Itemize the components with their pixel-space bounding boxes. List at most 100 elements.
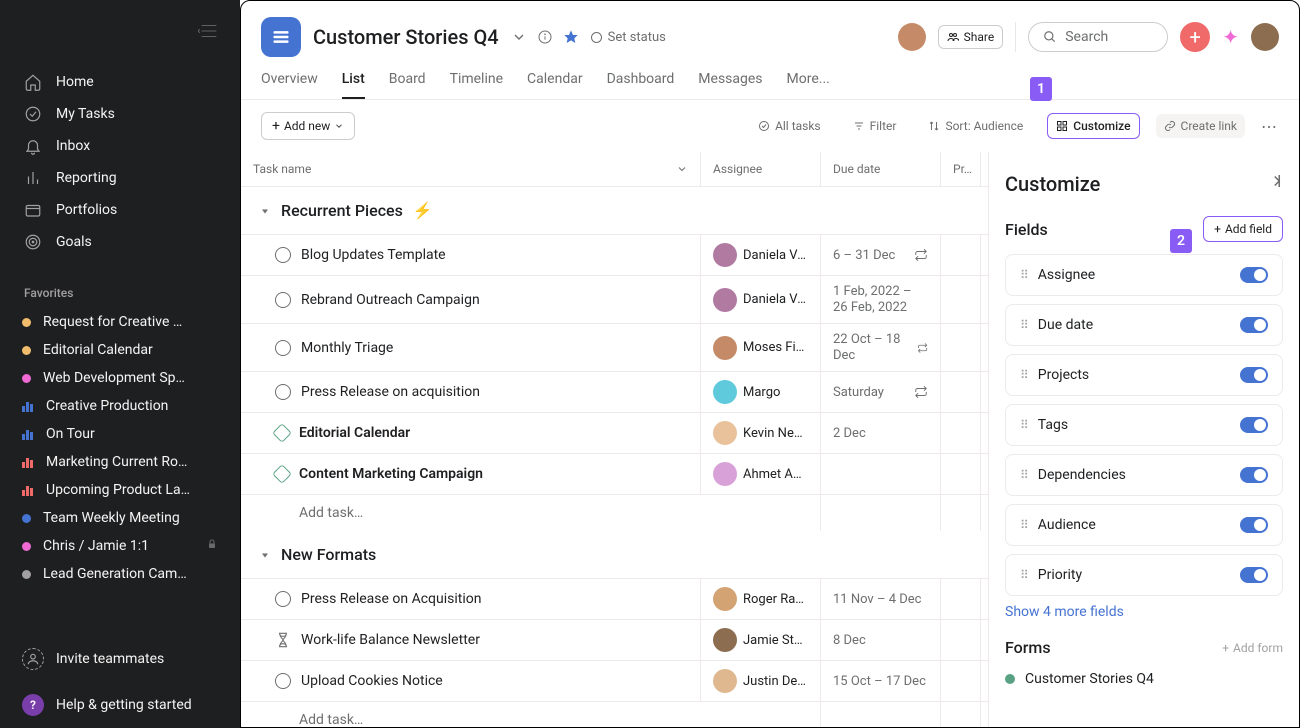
drag-handle-icon[interactable]: ⠿ bbox=[1020, 318, 1028, 332]
favorite-item[interactable]: On Tour bbox=[0, 420, 240, 448]
task-row[interactable]: Upload Cookies NoticeJustin Dean15 Oct –… bbox=[241, 660, 988, 701]
task-row[interactable]: Rebrand Outreach CampaignDaniela Var…1 F… bbox=[241, 275, 988, 323]
nav-reporting[interactable]: Reporting bbox=[0, 162, 240, 194]
field-row-tags[interactable]: ⠿Tags bbox=[1005, 404, 1283, 446]
column-header[interactable]: Due date bbox=[821, 152, 941, 186]
add-form-button[interactable]: +Add form bbox=[1222, 641, 1283, 655]
favorite-item[interactable]: Creative Production bbox=[0, 392, 240, 420]
column-header[interactable]: Task name bbox=[241, 152, 701, 186]
column-header[interactable]: Pr… bbox=[941, 152, 981, 186]
field-row-audience[interactable]: ⠿Audience bbox=[1005, 504, 1283, 546]
user-avatar[interactable] bbox=[1251, 23, 1279, 51]
task-table: Task nameAssigneeDue datePr… Recurrent P… bbox=[241, 152, 989, 727]
milestone-diamond-icon[interactable] bbox=[272, 464, 292, 484]
field-row-projects[interactable]: ⠿Projects bbox=[1005, 354, 1283, 396]
field-toggle[interactable] bbox=[1240, 517, 1268, 533]
favorite-item[interactable]: Upcoming Product La… bbox=[0, 476, 240, 504]
sidebar-collapse-button[interactable] bbox=[0, 0, 240, 62]
close-panel-button[interactable] bbox=[1265, 172, 1283, 194]
favorite-item[interactable]: Team Weekly Meeting bbox=[0, 504, 240, 532]
create-link-button[interactable]: Create link bbox=[1156, 114, 1245, 138]
filter-button[interactable]: Filter bbox=[845, 114, 905, 138]
field-row-priority[interactable]: ⠿Priority bbox=[1005, 554, 1283, 596]
tab-more[interactable]: More... bbox=[787, 71, 830, 99]
drag-handle-icon[interactable]: ⠿ bbox=[1020, 368, 1028, 382]
member-avatar[interactable] bbox=[898, 23, 926, 51]
star-icon[interactable] bbox=[563, 29, 579, 45]
task-row[interactable]: Blog Updates TemplateDaniela Var…6 – 31 … bbox=[241, 234, 988, 275]
field-row-dependencies[interactable]: ⠿Dependencies bbox=[1005, 454, 1283, 496]
field-toggle[interactable] bbox=[1240, 317, 1268, 333]
column-header[interactable]: Assignee bbox=[701, 152, 821, 186]
nav-home[interactable]: Home bbox=[0, 66, 240, 98]
favorite-item[interactable]: Request for Creative … bbox=[0, 308, 240, 336]
set-status-button[interactable]: Set status bbox=[591, 30, 666, 45]
task-name: Work-life Balance Newsletter bbox=[301, 632, 480, 648]
nav-inbox[interactable]: Inbox bbox=[0, 130, 240, 162]
chevron-down-icon[interactable] bbox=[511, 29, 527, 45]
complete-circle-icon[interactable] bbox=[275, 673, 291, 689]
tab-dashboard[interactable]: Dashboard bbox=[607, 71, 675, 99]
favorite-item[interactable]: Chris / Jamie 1:1 bbox=[0, 532, 240, 560]
header: Customer Stories Q4 Set status Share Sea… bbox=[241, 1, 1299, 57]
drag-handle-icon[interactable]: ⠿ bbox=[1020, 468, 1028, 482]
favorite-item[interactable]: Editorial Calendar bbox=[0, 336, 240, 364]
complete-circle-icon[interactable] bbox=[275, 247, 291, 263]
nav-my-tasks[interactable]: My Tasks bbox=[0, 98, 240, 130]
complete-circle-icon[interactable] bbox=[275, 384, 291, 400]
task-row[interactable]: Work-life Balance NewsletterJamie Stap…8… bbox=[241, 619, 988, 660]
help-button[interactable]: ? Help & getting started bbox=[0, 682, 240, 728]
section-header[interactable]: Recurrent Pieces⚡ bbox=[241, 187, 988, 234]
drag-handle-icon[interactable]: ⠿ bbox=[1020, 518, 1028, 532]
section-header[interactable]: New Formats bbox=[241, 531, 988, 578]
complete-circle-icon[interactable] bbox=[275, 591, 291, 607]
field-row-assignee[interactable]: ⠿Assignee bbox=[1005, 254, 1283, 296]
add-field-button[interactable]: +Add field bbox=[1203, 216, 1283, 242]
tab-timeline[interactable]: Timeline bbox=[450, 71, 503, 99]
all-tasks-button[interactable]: All tasks bbox=[750, 114, 829, 138]
drag-handle-icon[interactable]: ⠿ bbox=[1020, 268, 1028, 282]
bolt-icon: ⚡ bbox=[413, 201, 433, 220]
field-toggle[interactable] bbox=[1240, 367, 1268, 383]
complete-circle-icon[interactable] bbox=[275, 292, 291, 308]
upgrade-icon[interactable]: ✦ bbox=[1222, 25, 1239, 49]
field-toggle[interactable] bbox=[1240, 467, 1268, 483]
drag-handle-icon[interactable]: ⠿ bbox=[1020, 568, 1028, 582]
add-task-row[interactable]: Add task… bbox=[241, 701, 988, 727]
tab-board[interactable]: Board bbox=[389, 71, 426, 99]
task-row[interactable]: Monthly TriageMoses Fidel22 Oct – 18 Dec bbox=[241, 323, 988, 371]
add-new-button[interactable]: + Add new bbox=[261, 112, 355, 140]
nav-portfolios[interactable]: Portfolios bbox=[0, 194, 240, 226]
more-button[interactable]: ⋯ bbox=[1261, 117, 1279, 136]
customize-panel: Customize Fields +Add field ⠿Assignee⠿Du… bbox=[989, 152, 1299, 727]
task-row[interactable]: Press Release on AcquisitionRoger Ray…11… bbox=[241, 578, 988, 619]
show-more-fields-link[interactable]: Show 4 more fields bbox=[1005, 604, 1283, 620]
share-button[interactable]: Share bbox=[938, 25, 1004, 49]
task-row[interactable]: Content Marketing CampaignAhmet Aslan bbox=[241, 453, 988, 494]
field-row-due-date[interactable]: ⠿Due date bbox=[1005, 304, 1283, 346]
search-input[interactable]: Search bbox=[1028, 22, 1168, 52]
invite-teammates-button[interactable]: Invite teammates bbox=[0, 636, 240, 682]
tab-calendar[interactable]: Calendar bbox=[527, 71, 583, 99]
field-toggle[interactable] bbox=[1240, 417, 1268, 433]
customize-button[interactable]: Customize bbox=[1047, 113, 1139, 139]
task-row[interactable]: Press Release on acquisitionMargoSaturda… bbox=[241, 371, 988, 412]
complete-circle-icon[interactable] bbox=[275, 340, 291, 356]
task-row[interactable]: Editorial CalendarKevin New…2 Dec bbox=[241, 412, 988, 453]
tab-messages[interactable]: Messages bbox=[698, 71, 762, 99]
nav-goals[interactable]: Goals bbox=[0, 226, 240, 258]
global-add-button[interactable]: + bbox=[1180, 22, 1210, 52]
add-task-row[interactable]: Add task… bbox=[241, 494, 988, 531]
favorite-item[interactable]: Marketing Current Ro… bbox=[0, 448, 240, 476]
tab-list[interactable]: List bbox=[342, 71, 365, 99]
tab-overview[interactable]: Overview bbox=[261, 71, 318, 99]
info-icon[interactable] bbox=[537, 29, 553, 45]
milestone-diamond-icon[interactable] bbox=[272, 423, 292, 443]
field-toggle[interactable] bbox=[1240, 567, 1268, 583]
drag-handle-icon[interactable]: ⠿ bbox=[1020, 418, 1028, 432]
sort-button[interactable]: Sort: Audience bbox=[920, 114, 1031, 138]
favorite-item[interactable]: Web Development Sp… bbox=[0, 364, 240, 392]
field-toggle[interactable] bbox=[1240, 267, 1268, 283]
favorite-item[interactable]: Lead Generation Cam… bbox=[0, 560, 240, 588]
form-row[interactable]: Customer Stories Q4 bbox=[1005, 667, 1283, 691]
